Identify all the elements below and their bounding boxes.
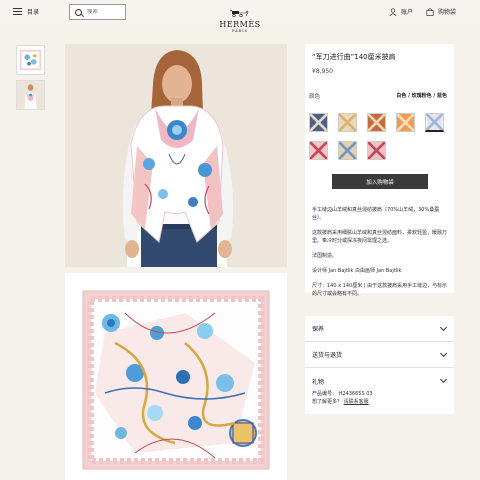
chevron-down-icon [439,349,448,357]
site-header: 目录 HERMÈS PARIS 账户 购物袋 [0,0,480,33]
scarf-thumbnail-image [17,46,44,74]
product-price: ¥8,950 [312,68,333,75]
selected-color: 白色 / 玫瑰粉色 / 蓝色 [396,93,447,99]
hamburger-icon [13,8,22,15]
model-photo [65,44,287,267]
product-title: “军刀进行曲”140厘米披肩 [312,53,396,61]
color-swatch-1[interactable] [309,113,328,132]
model-thumbnail-image [17,81,44,109]
accordion-care-label: 保养 [312,326,325,333]
carriage-icon [230,9,249,18]
model-image [65,44,287,267]
description-designer: 设计师 Jan Bajtlik 白由画师 Jan Bajtlik [312,268,402,274]
chevron-down-icon [439,375,448,384]
account-icon [389,7,397,16]
bag-label: 购物袋 [438,9,457,16]
color-swatch-5[interactable] [425,113,444,132]
accordion-gift-label: 礼物 [312,378,325,386]
description-material: 手工缝边山羊绒和真丝混纺披肩（70%山羊绒，30%桑蚕丝）。 [312,207,440,221]
product-reference: 产品编号： H243665S 03 想了解更多？ 请联系客服 [305,390,454,414]
thumbnail-model[interactable] [16,80,45,110]
description-detail: 这款披肩采用细腻山羊绒和真丝混纺面料，柔软轻盈，暖融万里。奉冷时分或探冻夜间需理… [312,230,448,244]
bag-link[interactable]: 购物袋 [426,7,456,16]
contact-question: 想了解更多？ [312,399,343,405]
color-swatch-2[interactable] [338,113,357,132]
reference-label: 产品编号： [312,391,338,397]
thumbnail-scarf[interactable] [16,45,45,75]
color-swatch-8[interactable] [367,141,386,160]
shopping-bag-icon [426,7,434,16]
reference-line: 产品编号： H243665S 03 [312,390,447,398]
color-label: 颜色 [309,94,321,100]
contact-line: 想了解更多？ 请联系客服 [312,398,447,406]
product-description: 手工缝边山羊绒和真丝混纺披肩（70%山羊绒，30%桑蚕丝）。 这款披肩采用细腻山… [312,206,450,305]
search-input[interactable] [87,9,125,15]
account-label: 账户 [401,9,414,16]
color-swatch-7[interactable] [338,141,357,160]
logo-city: PARIS [232,29,248,33]
reference-code: H243665S 03 [338,391,373,397]
product-panel: “军刀进行曲”140厘米披肩 ¥8,950 颜色 白色 / 玫瑰粉色 / 蓝色 … [305,44,454,297]
hermes-logo[interactable]: HERMÈS PARIS [215,2,265,33]
color-swatch-4[interactable] [396,113,415,132]
search-icon [75,8,82,16]
scarf-photo [65,273,287,480]
accordion-delivery[interactable]: 送货与退货 [305,342,454,368]
description-origin: 法国制造。 [312,253,338,259]
add-to-bag-button[interactable]: 加入购物袋 [332,174,428,189]
account-link[interactable]: 账户 [389,7,413,16]
menu-label: 目录 [27,9,40,16]
search-box[interactable] [69,4,126,20]
color-swatch-3[interactable] [367,113,386,132]
accordion-delivery-label: 送货与退货 [312,352,343,359]
color-swatch-6[interactable] [309,141,328,160]
logo-name: HERMÈS [219,20,261,29]
contact-link[interactable]: 请联系客服 [344,399,369,405]
product-accordion: 保养 送货与退货 礼物 [305,316,454,394]
accordion-care[interactable]: 保养 [305,316,454,342]
description-size: 尺寸：140 x 140厘米 | 由于这款披肩采用手工缝边，与标示的尺寸或会略有… [312,283,448,297]
scarf-image [65,273,287,480]
menu-button[interactable]: 目录 [13,7,39,16]
chevron-down-icon [439,323,448,331]
